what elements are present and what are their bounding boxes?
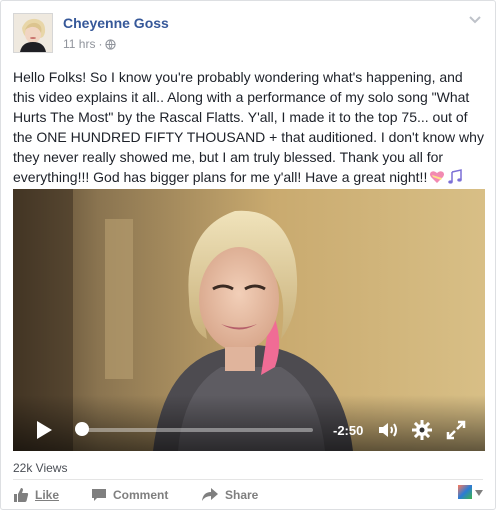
avatar-image: [14, 14, 52, 52]
meta-separator: ·: [98, 37, 103, 51]
share-icon: [202, 488, 218, 501]
progress-track[interactable]: [77, 428, 313, 432]
progress-scrubber[interactable]: [74, 422, 89, 436]
post-meta: 11 hrs ·: [63, 37, 117, 53]
view-count: 22k Views: [13, 461, 68, 475]
caret-down-icon: [475, 483, 483, 501]
play-button[interactable]: [35, 420, 53, 440]
divider: [13, 479, 483, 480]
post-card: Cheyenne Goss 11 hrs · Hello Folks! So I …: [0, 0, 496, 510]
comment-icon: [92, 489, 106, 501]
post-body: Hello Folks! So I know you're probably w…: [13, 67, 485, 190]
chevron-down-icon[interactable]: [467, 13, 483, 25]
like-label: Like: [35, 488, 60, 502]
musical-notes-icon: [447, 169, 463, 190]
time-remaining: -2:50: [333, 423, 364, 438]
gear-icon[interactable]: [411, 419, 433, 441]
heart-with-ribbon-icon: [429, 169, 445, 190]
post-header: Cheyenne Goss 11 hrs ·: [13, 13, 483, 53]
share-label: Share: [225, 488, 259, 502]
post-as-selector[interactable]: [458, 483, 483, 507]
like-button[interactable]: Like: [13, 483, 59, 507]
post-text: Hello Folks! So I know you're probably w…: [13, 69, 484, 185]
user-avatar: [458, 485, 472, 499]
video-controls: -2:50: [13, 395, 485, 451]
post-timestamp[interactable]: 11 hrs: [63, 37, 95, 51]
author-avatar[interactable]: [13, 13, 53, 53]
fullscreen-icon[interactable]: [445, 419, 467, 441]
action-bar: Like Comment Share: [13, 483, 483, 507]
thumbs-up-icon: [14, 488, 29, 502]
author-name[interactable]: Cheyenne Goss: [63, 15, 169, 31]
comment-label: Comment: [113, 488, 169, 502]
share-button[interactable]: Share: [201, 483, 258, 507]
globe-icon[interactable]: [105, 39, 117, 53]
comment-button[interactable]: Comment: [91, 483, 168, 507]
video-player[interactable]: -2:50: [13, 189, 485, 451]
volume-icon[interactable]: [377, 420, 401, 440]
